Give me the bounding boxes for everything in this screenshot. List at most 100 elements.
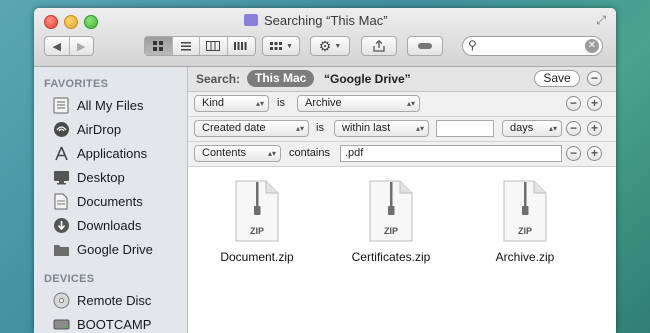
action-button[interactable]: ⚙ ▼ [310,36,350,56]
coverflow-view-button[interactable] [228,37,255,55]
rule-qualifier-popup[interactable]: within last ▴▾ [334,120,429,137]
sidebar-item-label: Remote Disc [77,292,152,308]
scope-this-mac-button[interactable]: This Mac [247,70,315,87]
sidebar-item-label: AirDrop [77,121,122,137]
smart-folder-icon [244,14,258,26]
sidebar: FAVORITES All My Files AirDrop Applicati… [34,67,188,333]
popup-label: Archive [305,97,342,109]
sidebar-item-all-my-files[interactable]: All My Files [52,95,143,115]
finder-window: Searching “This Mac” ⤢ ◀ ▶ ▼ ⚙ ▼ ⚲ ✕ FAV… [34,8,616,333]
sidebar-item-label: All My Files [77,97,144,113]
airdrop-icon [52,120,70,138]
remove-rule-button[interactable]: − [566,146,581,161]
popup-label: days [510,122,534,134]
coverflow-view-icon [234,42,247,50]
file-name: Certificates.zip [351,250,431,264]
favorites-header: FAVORITES [44,78,109,90]
column-view-icon [206,41,221,51]
search-rule-created-date: Created date ▴▾ is within last ▴▾ days ▴▾ −… [188,117,616,142]
zip-file-icon: ZIP [369,180,413,242]
sidebar-item-desktop[interactable]: Desktop [52,167,125,187]
add-rule-button[interactable]: + [587,96,602,111]
sidebar-item-label: Applications [77,145,148,161]
folder-icon [52,240,70,258]
rule-value-popup[interactable]: Archive ▴▾ [297,95,420,112]
window-title-text: Searching “This Mac” [264,13,388,28]
tags-button[interactable] [407,36,443,56]
chevron-down-icon: ▼ [334,42,342,50]
arrange-icon [270,41,283,50]
share-button[interactable] [361,36,397,56]
popup-arrows-icon: ▴▾ [267,149,276,158]
list-view-icon [180,42,191,51]
list-view-button[interactable] [173,37,200,55]
remove-rule-button[interactable]: − [566,121,581,136]
save-search-button[interactable]: Save [534,70,580,87]
icon-view-icon [153,41,164,51]
minimize-button[interactable] [64,15,78,29]
icon-view-button[interactable] [145,37,173,55]
clear-search-icon[interactable]: ✕ [585,39,599,53]
popup-arrows-icon: ▴▾ [406,99,415,108]
search-field[interactable]: ⚲ ✕ [462,36,603,56]
devices-header: DEVICES [44,273,95,285]
forward-icon: ▶ [77,40,86,53]
scope-label: Search: [196,72,241,86]
rule-attribute-popup[interactable]: Kind ▴▾ [194,95,269,112]
applications-icon [52,144,70,162]
rule-amount-field[interactable] [436,120,494,137]
zip-file-icon: ZIP [503,180,547,242]
sidebar-item-applications[interactable]: Applications [52,143,147,163]
scope-google-drive-button[interactable]: “Google Drive” [324,72,411,86]
back-icon: ◀ [52,40,61,53]
popup-label: Kind [202,97,225,109]
rule-unit-popup[interactable]: days ▴▾ [502,120,562,137]
back-button[interactable]: ◀ [45,37,70,55]
sidebar-item-documents[interactable]: Documents [52,191,143,211]
back-forward-control: ◀ ▶ [44,36,94,56]
drive-icon [52,315,70,333]
fullscreen-icon[interactable]: ⤢ [596,13,606,28]
sidebar-item-airdrop[interactable]: AirDrop [52,119,121,139]
rule-operator: contains [289,147,330,159]
gear-icon: ⚙ [318,37,332,54]
sidebar-item-label: Desktop [77,169,125,185]
sidebar-item-google-drive[interactable]: Google Drive [52,239,153,259]
close-button[interactable] [44,15,58,29]
file-name: Document.zip [220,250,294,264]
rule-attribute-popup[interactable]: Created date ▴▾ [194,120,309,137]
desktop-icon [52,168,70,186]
search-scope-bar: Search: This Mac “Google Drive” Save − [188,67,616,92]
rule-operator: is [316,122,324,134]
svg-text:ZIP: ZIP [384,226,398,236]
search-rule-contents: Contents ▴▾ contains .pdf − + [188,142,616,167]
sidebar-item-remote-disc[interactable]: Remote Disc [52,290,151,310]
add-rule-button[interactable]: + [587,146,602,161]
file-item[interactable]: ZIP Archive.zip [465,180,585,264]
sidebar-item-label: BOOTCAMP [77,316,152,332]
sidebar-item-downloads[interactable]: Downloads [52,215,141,235]
downloads-icon [52,216,70,234]
remove-scope-icon[interactable]: − [587,71,602,86]
column-view-button[interactable] [200,37,228,55]
file-name: Archive.zip [495,250,555,264]
file-item[interactable]: ZIP Document.zip [197,180,317,264]
forward-button[interactable]: ▶ [70,37,94,55]
disc-icon [52,291,70,309]
rule-attribute-popup[interactable]: Contents ▴▾ [194,145,281,162]
arrange-button[interactable]: ▼ [262,36,300,56]
search-input[interactable] [483,39,583,53]
zoom-button[interactable] [84,15,98,29]
rule-contents-field[interactable]: .pdf [340,145,562,162]
add-rule-button[interactable]: + [587,121,602,136]
svg-text:ZIP: ZIP [518,226,532,236]
sidebar-item-label: Documents [77,193,143,209]
popup-arrows-icon: ▴▾ [255,99,264,108]
window-title: Searching “This Mac” [244,13,388,28]
all-files-icon [52,96,70,114]
popup-label: within last [342,122,391,134]
remove-rule-button[interactable]: − [566,96,581,111]
file-item[interactable]: ZIP Certificates.zip [331,180,451,264]
popup-label: Contents [202,147,247,159]
sidebar-item-bootcamp[interactable]: BOOTCAMP [52,314,151,333]
